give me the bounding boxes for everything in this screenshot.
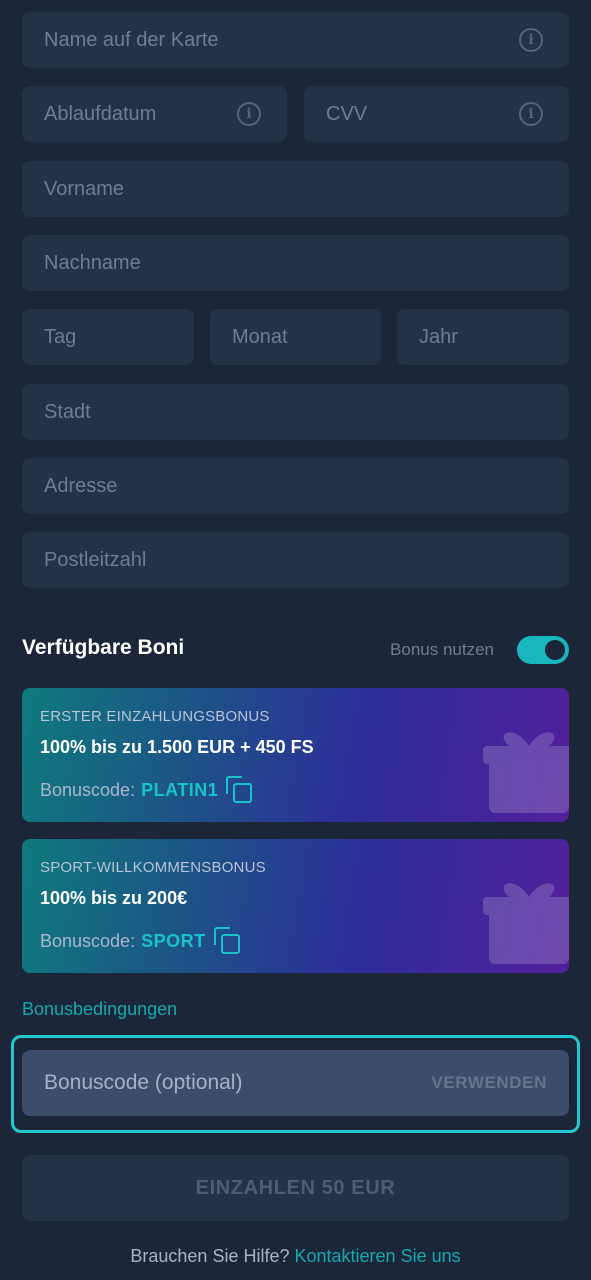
bonus-code: SPORT [141, 930, 206, 951]
help-text: Brauchen Sie Hilfe? [130, 1246, 290, 1266]
bonus-code: PLATIN1 [141, 779, 219, 800]
last-name-input[interactable] [44, 251, 547, 275]
copy-icon[interactable] [226, 776, 254, 804]
birth-day-field[interactable] [22, 309, 194, 365]
bonus-card-sport-welcome[interactable]: SPORT-WILLKOMMENSBONUS 100% bis zu 200€ … [22, 839, 569, 973]
bonus-code-label: Bonuscode: [40, 930, 136, 951]
card-name-field[interactable]: i [22, 12, 569, 68]
info-icon[interactable]: i [519, 102, 543, 126]
bonus-terms-link[interactable]: Bonusbedingungen [22, 999, 177, 1020]
help-row: Brauchen Sie Hilfe? Kontaktieren Sie uns [0, 1246, 591, 1267]
card-name-input[interactable] [44, 28, 547, 52]
birth-month-input[interactable] [232, 325, 359, 349]
info-icon[interactable]: i [237, 102, 261, 126]
gift-icon [483, 883, 569, 964]
bonus-headline: 100% bis zu 200€ [40, 888, 188, 908]
info-icon[interactable]: i [519, 28, 543, 52]
bonus-code-row: Bonuscode: PLATIN1 [40, 776, 551, 804]
promo-code-field[interactable]: VERWENDEN [22, 1050, 569, 1116]
city-input[interactable] [44, 400, 547, 424]
bonus-toggle-label: Bonus nutzen [390, 640, 494, 659]
address-input[interactable] [44, 474, 547, 498]
deposit-button[interactable]: EINZAHLEN 50 EUR [22, 1155, 569, 1221]
birth-year-field[interactable] [397, 309, 569, 365]
cvv-field[interactable]: i [304, 86, 569, 142]
address-field[interactable] [22, 458, 569, 514]
postal-code-input[interactable] [44, 548, 547, 572]
gift-icon [483, 732, 569, 813]
city-field[interactable] [22, 384, 569, 440]
bonus-toggle[interactable] [517, 636, 569, 664]
promo-code-input[interactable] [44, 1071, 432, 1095]
copy-icon-front [233, 783, 253, 803]
expiry-field[interactable]: i [22, 86, 287, 142]
bonus-card-first-deposit[interactable]: ERSTER EINZAHLUNGSBONUS 100% bis zu 1.50… [22, 688, 569, 822]
bonus-headline: 100% bis zu 1.500 EUR + 450 FS [40, 737, 314, 757]
copy-icon-front [220, 934, 240, 954]
cvv-input[interactable] [326, 102, 547, 126]
apply-promo-button[interactable]: VERWENDEN [431, 1073, 547, 1093]
bonus-code-row: Bonuscode: SPORT [40, 927, 551, 955]
first-name-field[interactable] [22, 161, 569, 217]
bonuses-title: Verfügbare Boni [22, 636, 185, 659]
birth-month-field[interactable] [210, 309, 381, 365]
contact-link[interactable]: Kontaktieren Sie uns [295, 1246, 461, 1266]
bonus-eyebrow: SPORT-WILLKOMMENSBONUS [40, 859, 266, 876]
toggle-knob [545, 640, 565, 660]
birth-year-input[interactable] [419, 325, 547, 349]
copy-icon[interactable] [213, 927, 242, 955]
last-name-field[interactable] [22, 235, 569, 291]
postal-code-field[interactable] [22, 532, 569, 588]
first-name-input[interactable] [44, 177, 547, 201]
bonus-eyebrow: ERSTER EINZAHLUNGSBONUS [40, 708, 270, 725]
bonus-code-label: Bonuscode: [40, 779, 136, 800]
expiry-input[interactable] [44, 102, 265, 126]
birth-day-input[interactable] [44, 325, 172, 349]
